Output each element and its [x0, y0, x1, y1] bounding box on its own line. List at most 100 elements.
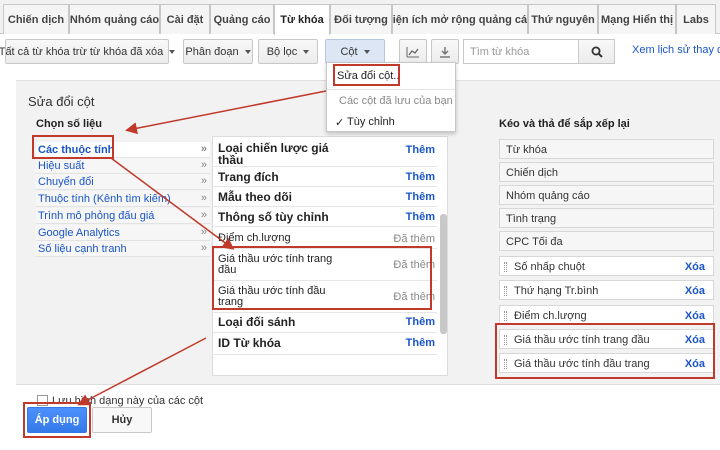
metric-category-label: Chuyển đổi: [38, 176, 94, 188]
column-name: ID Từ khóa: [218, 336, 281, 350]
drag-handle-icon[interactable]: [504, 311, 507, 321]
filter-dropdown[interactable]: Bộ lọc: [258, 39, 318, 64]
remove-column-link[interactable]: Xóa: [685, 261, 705, 273]
selected-column-removable[interactable]: Số nhấp chuột Xóa: [499, 256, 714, 276]
tab-bar: Chiến dịch Nhóm quảng cáo Cài đặt Quảng …: [0, 0, 720, 35]
metric-category-label: Hiệu suất: [38, 160, 85, 172]
selected-column-label: Nhóm quảng cáo: [506, 190, 590, 202]
caret-down-icon: [303, 49, 310, 54]
tab-keywords[interactable]: Từ khóa: [274, 4, 330, 35]
check-icon: ✓: [335, 117, 345, 129]
add-column-link[interactable]: Thêm: [406, 144, 435, 156]
chevron-right-icon: »: [200, 192, 207, 204]
list-item: Trang đích Thêm: [213, 167, 437, 187]
metric-category-search-attributes[interactable]: Thuộc tính (Kênh tìm kiếm) »: [36, 191, 210, 207]
selected-column-removable[interactable]: Điểm ch.lượng Xóa: [499, 305, 714, 325]
list-item: Loại đối sánh Thêm: [213, 313, 437, 333]
drag-handle-icon[interactable]: [504, 286, 507, 296]
tab-display-network[interactable]: Mạng Hiển thị: [598, 4, 676, 34]
chart-button[interactable]: [399, 39, 427, 64]
filter-label: Bộ lọc: [266, 45, 298, 58]
search-icon: [591, 46, 603, 58]
tab-labs[interactable]: Labs: [676, 4, 716, 34]
selected-column-fixed: Chiến dịch: [499, 162, 714, 182]
metric-category-label: Google Analytics: [38, 227, 120, 239]
cancel-button[interactable]: Hủy: [92, 407, 152, 433]
highlight-box: [23, 402, 91, 438]
search-button[interactable]: [579, 39, 615, 64]
remove-column-link[interactable]: Xóa: [685, 285, 705, 297]
change-history-link[interactable]: Xem lịch sử thay đổ: [632, 44, 720, 56]
search-input[interactable]: Tìm từ khóa: [463, 39, 579, 64]
scrollbar[interactable]: [440, 214, 447, 334]
chevron-right-icon: »: [200, 175, 207, 187]
keyword-filter-dropdown[interactable]: Tất cả từ khóa trừ từ khóa đã xóa: [0, 39, 176, 64]
metric-category-conversions[interactable]: Chuyển đổi »: [36, 174, 210, 190]
selected-column-fixed: Từ khóa: [499, 139, 714, 159]
add-column-link[interactable]: Thêm: [406, 211, 435, 223]
chevron-right-icon: »: [200, 143, 207, 155]
selected-column-fixed: Nhóm quảng cáo: [499, 185, 714, 205]
list-item: Thông số tùy chỉnh Thêm: [213, 207, 437, 227]
tab-ad-extensions[interactable]: Tiện ích mở rộng quảng cáo: [392, 4, 528, 34]
metric-category-label: Thuộc tính (Kênh tìm kiếm): [38, 193, 171, 205]
metric-category-label: Trình mô phỏng đấu giá: [38, 210, 155, 222]
selected-column-removable[interactable]: Thứ hạng Tr.bình Xóa: [499, 280, 714, 300]
drag-handle-icon[interactable]: [504, 262, 507, 272]
columns-dropdown[interactable]: Cột: [325, 39, 385, 64]
caret-down-icon: [244, 49, 251, 54]
chevron-right-icon: »: [200, 159, 207, 171]
metric-category-bid-simulator[interactable]: Trình mô phỏng đấu giá »: [36, 208, 210, 224]
tab-ads[interactable]: Quảng cáo: [210, 4, 274, 34]
metric-category-performance[interactable]: Hiệu suất »: [36, 158, 210, 174]
metric-category-google-analytics[interactable]: Google Analytics »: [36, 225, 210, 241]
list-item: ID Từ khóa Thêm: [213, 333, 437, 355]
caret-down-icon: [169, 49, 176, 54]
download-icon: [440, 46, 450, 58]
add-column-link[interactable]: Thêm: [406, 171, 435, 183]
tab-campaigns[interactable]: Chiến dịch: [3, 4, 69, 34]
selected-column-label: Chiến dịch: [506, 167, 558, 179]
segment-label: Phân đoạn: [185, 45, 239, 58]
remove-column-link[interactable]: Xóa: [685, 310, 705, 322]
tab-settings[interactable]: Cài đặt: [160, 4, 210, 34]
tab-ad-groups[interactable]: Nhóm quảng cáo: [69, 4, 160, 34]
tab-dimensions[interactable]: Thứ nguyên: [528, 4, 598, 34]
keyword-filter-label: Tất cả từ khóa trừ từ khóa đã xóa: [0, 45, 164, 58]
list-item: Loại chiến lược giá thầu Thêm: [213, 137, 437, 167]
highlight-box: [495, 323, 715, 379]
choose-metrics-heading: Chọn số liệu: [36, 118, 102, 130]
highlight-box: [333, 64, 400, 86]
column-name: Mẫu theo dõi: [218, 190, 292, 204]
chevron-right-icon: »: [200, 242, 207, 254]
highlight-box: [212, 246, 432, 310]
chart-icon: [406, 46, 419, 57]
caret-down-icon: [363, 49, 370, 54]
selected-column-label: Số nhấp chuột: [514, 261, 585, 273]
segment-dropdown[interactable]: Phân đoạn: [183, 39, 253, 64]
download-button[interactable]: [431, 39, 459, 64]
add-column-link[interactable]: Thêm: [406, 337, 435, 349]
added-status: Đã thêm: [393, 233, 435, 245]
selected-column-label: Tình trạng: [506, 213, 557, 225]
custom-columns-menu-item[interactable]: Tùy chỉnh: [347, 116, 395, 128]
add-column-link[interactable]: Thêm: [406, 191, 435, 203]
column-name: Điểm ch.lượng: [218, 232, 291, 244]
metric-category-label: Số liệu cạnh tranh: [38, 243, 127, 255]
selected-column-label: CPC Tối đa: [506, 236, 563, 248]
chevron-right-icon: »: [200, 226, 207, 238]
chevron-right-icon: »: [200, 209, 207, 221]
tab-audiences[interactable]: Đối tượng: [330, 4, 392, 34]
column-name: Loại đối sánh: [218, 315, 296, 329]
metric-category-competitive[interactable]: Số liệu cạnh tranh »: [36, 241, 210, 257]
panel-title: Sửa đổi cột: [28, 94, 95, 109]
column-name: Loại chiến lược giá thầu: [218, 141, 329, 167]
column-name: Thông số tùy chỉnh: [218, 210, 329, 224]
highlight-box: [32, 135, 114, 159]
selected-column-fixed: Tình trạng: [499, 208, 714, 228]
add-column-link[interactable]: Thêm: [406, 316, 435, 328]
column-name: Trang đích: [218, 170, 279, 184]
selected-column-label: Từ khóa: [506, 144, 547, 156]
drag-reorder-heading: Kéo và thả để sắp xếp lại: [499, 118, 630, 130]
selected-column-fixed: CPC Tối đa: [499, 231, 714, 251]
